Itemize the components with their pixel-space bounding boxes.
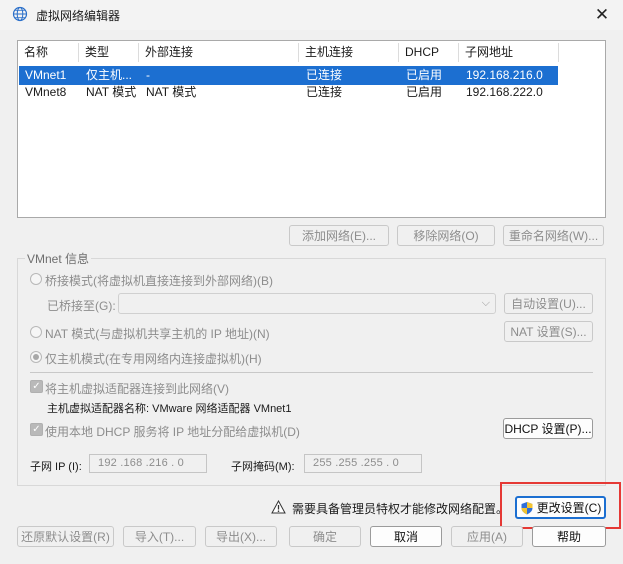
use-dhcp-label: 使用本地 DHCP 服务将 IP 地址分配给虚拟机(D) xyxy=(45,425,300,439)
help-button[interactable]: 帮助 xyxy=(532,526,606,547)
subnet-mask-label: 子网掩码(M): xyxy=(231,461,295,473)
row-external: NAT 模式 xyxy=(146,85,197,99)
chevron-down-icon: ⌵ xyxy=(481,297,490,309)
subnet-mask-field[interactable]: 255 .255 .255 . 0 xyxy=(304,454,422,473)
nat-mode-label: NAT 模式(与虚拟机共享主机的 IP 地址)(N) xyxy=(45,327,270,341)
adapter-name-label: 主机虚拟适配器名称: VMware 网络适配器 VMnet1 xyxy=(47,403,292,415)
bridged-mode-label: 桥接模式(将虚拟机直接连接到外部网络)(B) xyxy=(45,274,273,288)
column-header-name[interactable]: 名称 xyxy=(18,43,79,62)
column-header-dhcp[interactable]: DHCP xyxy=(399,43,459,62)
column-header-subnet[interactable]: 子网地址 xyxy=(459,43,559,62)
divider xyxy=(30,372,593,373)
checkmark-icon: ✓ xyxy=(32,381,41,392)
cancel-button[interactable]: 取消 xyxy=(370,526,442,547)
auto-settings-button[interactable]: 自动设置(U)... xyxy=(504,293,593,314)
row-subnet: 192.168.222.0 xyxy=(466,85,543,99)
warning-icon xyxy=(271,500,286,514)
dhcp-settings-button[interactable]: DHCP 设置(P)... xyxy=(503,418,593,439)
table-row[interactable]: VMnet8 NAT 模式 NAT 模式 已连接 已启用 192.168.222… xyxy=(19,83,558,102)
bridged-mode-radio[interactable] xyxy=(30,273,42,285)
restore-defaults-button[interactable]: 还原默认设置(R) xyxy=(17,526,114,547)
nat-settings-button[interactable]: NAT 设置(S)... xyxy=(504,321,593,342)
row-dhcp: 已启用 xyxy=(406,85,443,99)
close-button[interactable]: ✕ xyxy=(584,0,620,30)
column-header-external[interactable]: 外部连接 xyxy=(139,43,299,62)
subnet-ip-label: 子网 IP (I): xyxy=(30,461,82,473)
add-network-button[interactable]: 添加网络(E)... xyxy=(289,225,389,246)
column-header-host[interactable]: 主机连接 xyxy=(299,43,399,62)
row-host: 已连接 xyxy=(306,85,343,99)
network-list[interactable]: 名称 类型 外部连接 主机连接 DHCP 子网地址 VMnet1 仅主机... … xyxy=(17,40,606,218)
bridged-to-label: 已桥接至(G): xyxy=(47,299,116,313)
bridged-to-select[interactable]: ⌵ xyxy=(118,293,496,314)
list-header: 名称 类型 外部连接 主机连接 DHCP 子网地址 xyxy=(18,43,605,62)
close-icon[interactable]: ✕ xyxy=(595,5,609,25)
use-dhcp-checkbox[interactable]: ✓ xyxy=(30,423,43,436)
export-button[interactable]: 导出(X)... xyxy=(205,526,277,547)
ok-button[interactable]: 确定 xyxy=(289,526,361,547)
import-button[interactable]: 导入(T)... xyxy=(123,526,196,547)
admin-warning-text: 需要具备管理员特权才能修改网络配置。 xyxy=(292,502,509,516)
host-only-mode-label: 仅主机模式(在专用网络内连接虚拟机)(H) xyxy=(45,352,262,366)
group-title: VMnet 信息 xyxy=(25,250,92,267)
nat-mode-radio[interactable] xyxy=(30,326,42,338)
network-globe-icon xyxy=(12,6,28,22)
connect-adapter-checkbox[interactable]: ✓ xyxy=(30,380,43,393)
uac-shield-icon xyxy=(521,501,533,514)
change-settings-label: 更改设置(C) xyxy=(536,501,602,515)
row-name: VMnet8 xyxy=(25,85,67,99)
window-title: 虚拟网络编辑器 xyxy=(36,9,121,23)
remove-network-button[interactable]: 移除网络(O) xyxy=(397,225,495,246)
checkmark-icon: ✓ xyxy=(32,424,41,435)
subnet-ip-field[interactable]: 192 .168 .216 . 0 xyxy=(89,454,207,473)
row-type: NAT 模式 xyxy=(86,85,137,99)
host-only-mode-radio[interactable] xyxy=(30,351,42,363)
rename-network-button[interactable]: 重命名网络(W)... xyxy=(503,225,604,246)
column-header-type[interactable]: 类型 xyxy=(79,43,139,62)
change-settings-button[interactable]: 更改设置(C) xyxy=(515,496,606,519)
apply-button[interactable]: 应用(A) xyxy=(451,526,523,547)
connect-adapter-label: 将主机虚拟适配器连接到此网络(V) xyxy=(45,382,229,396)
